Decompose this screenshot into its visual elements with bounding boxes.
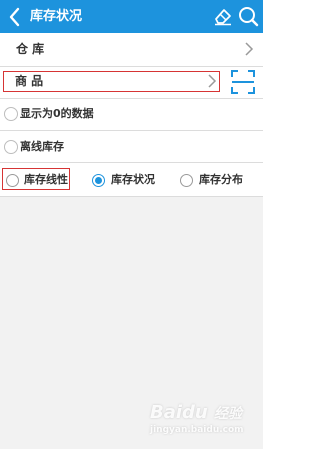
top-bar: 库存状况 xyxy=(0,0,263,33)
radio-stock-distribution-label: 库存分布 xyxy=(199,173,243,186)
radio-stock-status[interactable] xyxy=(92,174,105,187)
scan-icon[interactable] xyxy=(230,69,256,95)
radio-stock-status-label: 库存状况 xyxy=(111,173,155,186)
goods-field[interactable]: 商 品 xyxy=(3,71,220,92)
eraser-icon[interactable] xyxy=(213,6,233,26)
goods-label: 商 品 xyxy=(15,74,44,88)
watermark-brand: Baidu xyxy=(150,402,208,423)
back-arrow-icon[interactable] xyxy=(8,7,22,27)
warehouse-row[interactable]: 仓 库 xyxy=(0,33,263,66)
offline-stock-label: 离线库存 xyxy=(20,140,64,153)
watermark-sub: 经验 xyxy=(214,406,243,422)
search-icon[interactable] xyxy=(237,5,259,27)
watermark: Baidu 经验 jingyan.baidu.com xyxy=(150,402,260,442)
warehouse-label: 仓 库 xyxy=(16,42,45,56)
chevron-right-icon xyxy=(208,74,217,88)
offline-stock-row[interactable]: 离线库存 xyxy=(0,131,263,162)
watermark-url: jingyan.baidu.com xyxy=(150,425,244,435)
page-title: 库存状况 xyxy=(30,9,83,24)
show-zero-row[interactable]: 显示为0的数据 xyxy=(0,99,263,130)
radio-stock-distribution[interactable] xyxy=(180,174,193,187)
show-zero-label: 显示为0的数据 xyxy=(20,107,94,120)
chevron-right-icon xyxy=(245,42,254,56)
highlight-annotation xyxy=(2,168,70,190)
offline-stock-checkbox[interactable] xyxy=(4,140,18,154)
show-zero-checkbox[interactable] xyxy=(4,107,18,121)
